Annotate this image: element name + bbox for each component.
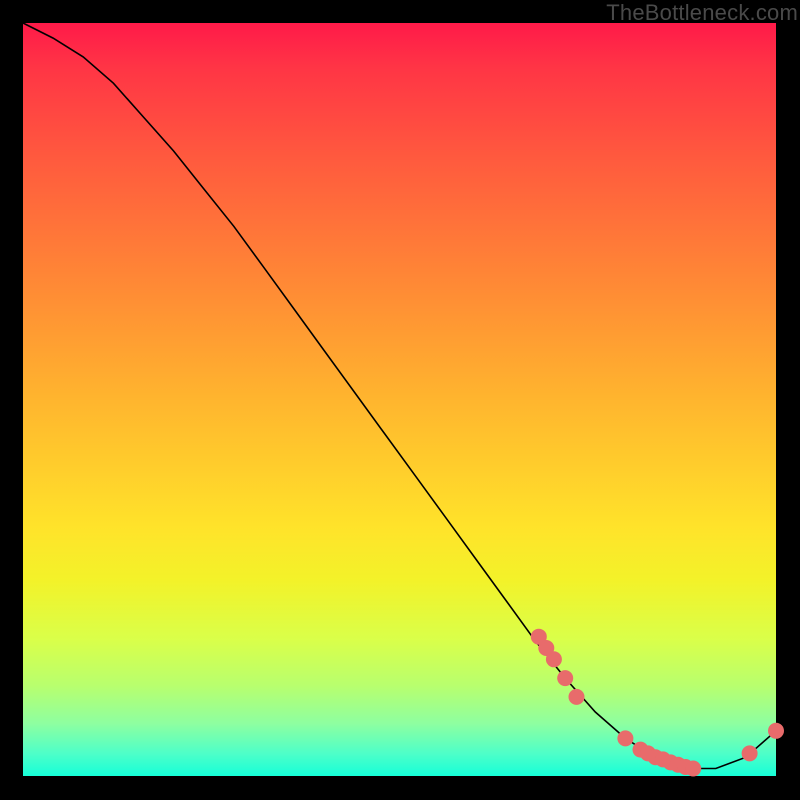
data-marker — [742, 745, 758, 761]
data-marker — [557, 670, 573, 686]
data-marker — [546, 651, 562, 667]
data-marker — [617, 730, 633, 746]
bottleneck-curve-line — [23, 23, 776, 769]
data-marker — [569, 689, 585, 705]
chart-svg — [23, 23, 776, 776]
chart-plot-area — [23, 23, 776, 776]
data-marker — [685, 761, 701, 777]
data-marker — [768, 723, 784, 739]
marker-group — [531, 629, 784, 777]
